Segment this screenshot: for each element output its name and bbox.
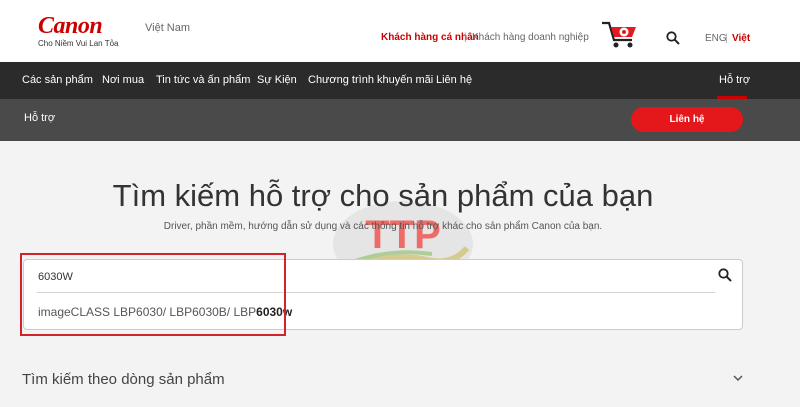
nav-item-events[interactable]: Sự Kiện	[257, 74, 297, 86]
contact-button[interactable]: Liên hệ	[631, 107, 743, 132]
nav-item-contact[interactable]: Liên hệ	[436, 74, 472, 86]
nav-item-where-to-buy[interactable]: Nơi mua	[102, 74, 144, 86]
main-nav: Các sản phẩm Nơi mua Tin tức và ấn phẩm …	[0, 62, 800, 99]
segment-separator: |	[464, 32, 467, 43]
page-title: Tìm kiếm hỗ trợ cho sản phẩm của bạn	[112, 178, 654, 213]
highlight-annotation	[20, 253, 286, 336]
search-icon[interactable]	[718, 268, 732, 282]
shopping-cart-icon[interactable]	[600, 18, 640, 50]
nav-item-support[interactable]: Hỗ trợ	[719, 74, 750, 86]
lang-vietnamese[interactable]: Việt	[732, 33, 750, 44]
segment-business-link[interactable]: Khách hàng doanh nghiệp	[472, 32, 589, 43]
nav-item-products[interactable]: Các sản phẩm	[22, 74, 93, 86]
search-icon[interactable]	[666, 31, 680, 45]
product-line-section-title[interactable]: Tìm kiếm theo dòng sản phẩm	[22, 371, 225, 388]
chevron-down-icon[interactable]	[732, 373, 744, 383]
header: Canon Cho Niềm Vui Lan Tỏa Việt Nam Khác…	[0, 0, 800, 62]
canon-logo[interactable]: Canon Cho Niềm Vui Lan Tỏa	[38, 14, 120, 50]
lang-english[interactable]: ENG	[705, 33, 727, 44]
subnav-title: Hỗ trợ	[24, 112, 56, 124]
nav-item-news[interactable]: Tin tức và ấn phẩm	[156, 74, 250, 86]
page-subtitle: Driver, phần mềm, hướng dẫn sử dụng và c…	[163, 221, 603, 232]
logo-tagline: Cho Niềm Vui Lan Tỏa	[38, 39, 119, 48]
logo-wordmark: Canon	[38, 13, 103, 39]
watermark-text: TTP	[365, 213, 441, 257]
lang-separator: |	[725, 33, 728, 44]
country-selector[interactable]: Việt Nam	[145, 22, 190, 34]
nav-item-promotions[interactable]: Chương trình khuyến mãi	[308, 74, 433, 86]
